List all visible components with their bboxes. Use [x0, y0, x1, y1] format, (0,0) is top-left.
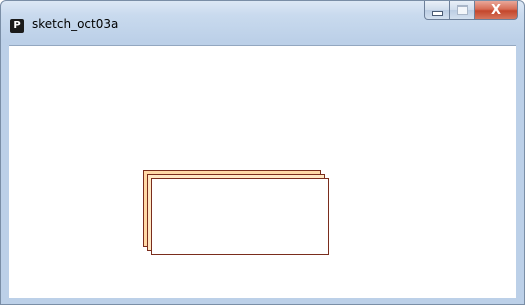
maximize-icon: [456, 5, 468, 15]
title-bar[interactable]: P sketch_oct03a X: [1, 1, 524, 45]
processing-app-icon[interactable]: P: [10, 19, 24, 33]
minimize-icon: [431, 10, 443, 16]
minimize-button[interactable]: [424, 1, 450, 20]
maximize-button[interactable]: [450, 1, 475, 20]
window-title: sketch_oct03a: [32, 17, 119, 31]
close-button[interactable]: X: [475, 1, 518, 20]
close-icon: X: [490, 2, 502, 18]
sketch-canvas[interactable]: [9, 45, 516, 298]
window-controls: X: [424, 1, 518, 21]
sketch-window: P sketch_oct03a X: [0, 0, 525, 305]
front-rectangle: [151, 178, 329, 255]
